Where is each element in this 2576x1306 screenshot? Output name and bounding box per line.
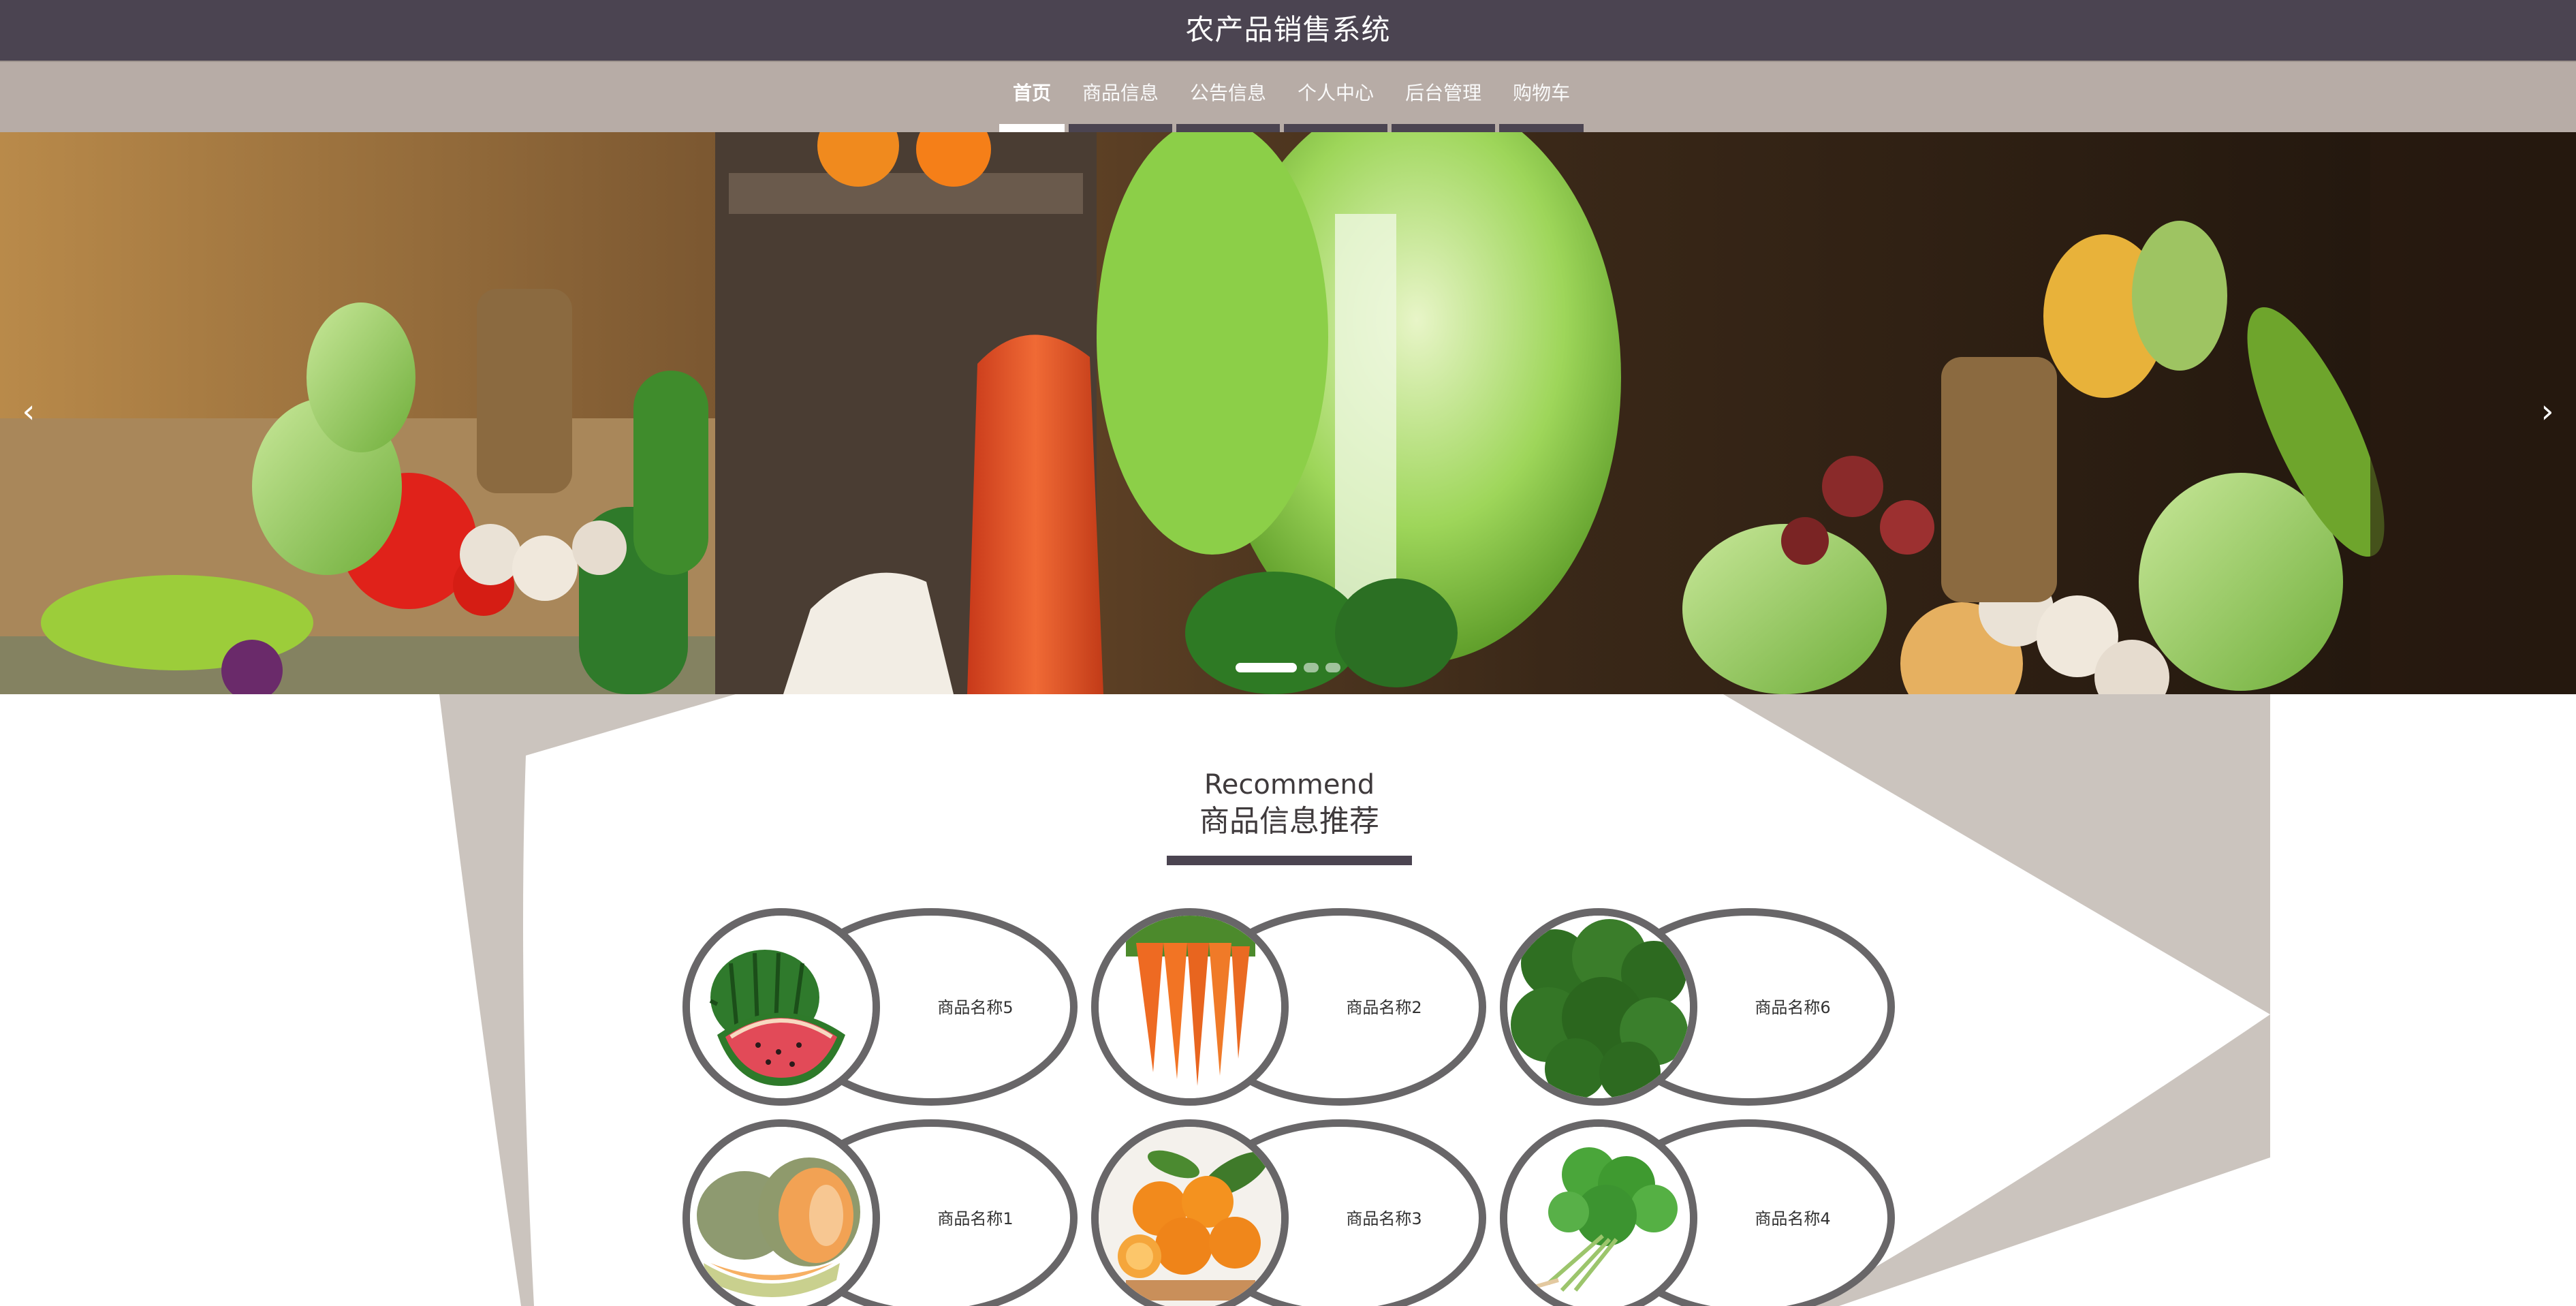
site-header: 农产品销售系统 [0,0,2576,61]
product-card[interactable]: 商品名称2 [1091,908,1486,1106]
nav-item-profile[interactable]: 个人中心 [1282,62,1389,134]
nav-item-label: 首页 [1013,82,1052,104]
heading-underline [1167,856,1412,865]
product-name: 商品名称2 [1346,998,1422,1017]
recommend-title-en: Recommend [1204,769,1375,800]
product-image-cilantro [1500,1119,1697,1306]
product-name: 商品名称3 [1346,1209,1422,1228]
carousel-next-button[interactable]: › [2527,391,2568,432]
nav-item-label: 公告信息 [1190,82,1267,104]
nav-item-label: 购物车 [1513,82,1571,104]
main-nav: 首页 商品信息 公告信息 个人中心 后台管理 购物车 [0,61,2576,134]
product-card[interactable]: 商品名称6 [1500,908,1895,1106]
product-card[interactable]: 商品名称3 [1091,1119,1486,1306]
nav-list: 首页 商品信息 公告信息 个人中心 后台管理 购物车 [997,62,1586,134]
product-name: 商品名称4 [1755,1209,1831,1228]
nav-item-cart[interactable]: 购物车 [1497,62,1586,134]
product-image-watermelon [682,908,880,1106]
product-name: 商品名称6 [1755,998,1831,1017]
product-card[interactable]: 商品名称1 [682,1119,1078,1306]
carousel-indicators [1236,663,1340,672]
vegetables-banner-image [0,132,2576,694]
carousel-prev-button[interactable]: ‹ [8,391,49,432]
nav-item-home[interactable]: 首页 [997,62,1067,134]
product-image-broccoli [1500,908,1697,1106]
nav-item-admin[interactable]: 后台管理 [1389,62,1497,134]
product-name: 商品名称5 [937,998,1014,1017]
product-image-cantaloupe [682,1119,880,1306]
nav-item-label: 个人中心 [1298,82,1375,104]
page: 农产品销售系统 首页 商品信息 公告信息 个人中心 后台管理 购物车 ‹ › R… [0,0,2576,1306]
nav-item-label: 商品信息 [1082,82,1159,104]
nav-item-announcements[interactable]: 公告信息 [1174,62,1282,134]
nav-item-products[interactable]: 商品信息 [1067,62,1174,134]
carousel-dot-1[interactable] [1236,663,1297,672]
product-card[interactable]: 商品名称5 [682,908,1078,1106]
carousel-dot-3[interactable] [1325,663,1340,672]
recommend-heading: Recommend 商品信息推荐 [1085,768,1494,841]
product-name: 商品名称1 [937,1209,1014,1228]
product-image-carrots [1091,908,1289,1106]
site-title: 农产品销售系统 [1185,13,1391,46]
nav-item-label: 后台管理 [1405,82,1482,104]
carousel-dot-2[interactable] [1304,663,1319,672]
recommend-title-cn: 商品信息推荐 [1199,804,1379,839]
product-card[interactable]: 商品名称4 [1500,1119,1895,1306]
product-image-oranges [1091,1119,1289,1306]
hero-carousel[interactable]: ‹ › [0,132,2576,694]
